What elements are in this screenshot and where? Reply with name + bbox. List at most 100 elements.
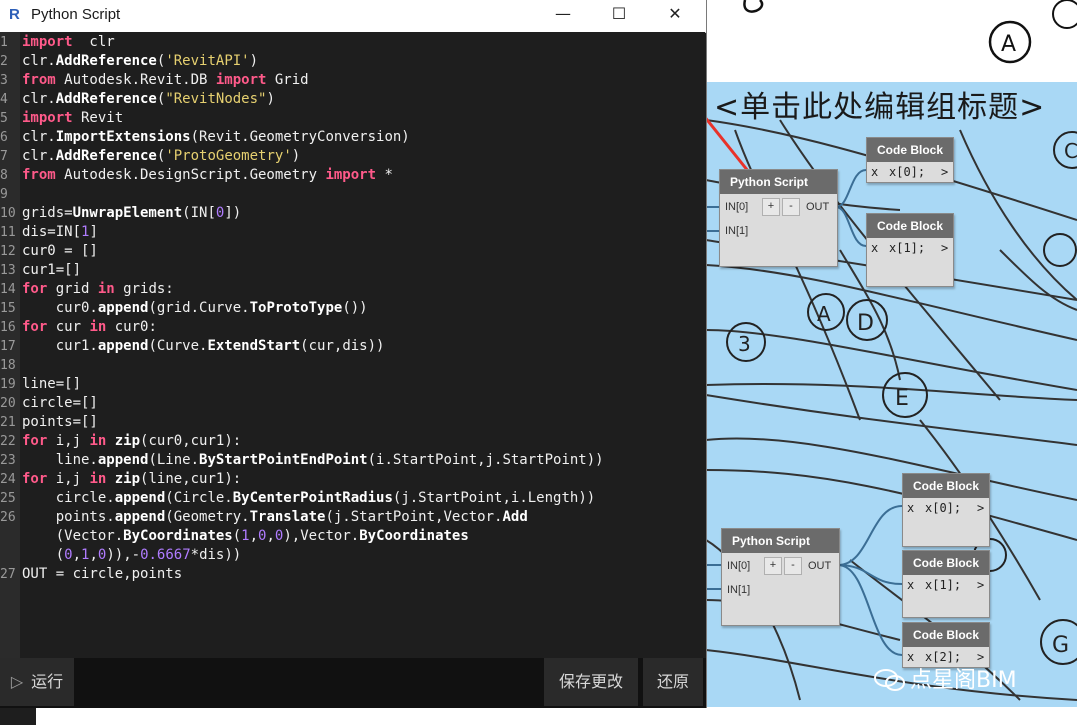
code-token: AddReference: [55, 53, 157, 69]
grid-bubble-text: A: [817, 302, 831, 326]
code-token: line=[]: [22, 376, 82, 392]
code-editor[interactable]: 1 import clr 2 clr.AddReference('RevitAPI')…: [0, 32, 705, 658]
code-token: cur: [47, 319, 90, 335]
python-script-node[interactable]: Python Script IN[0] IN[1] + - OUT: [721, 528, 840, 626]
code-token: from: [22, 72, 56, 88]
python-script-node[interactable]: Python Script IN[0] IN[1] + - OUT: [719, 169, 838, 267]
code-token: for: [22, 319, 48, 335]
input-port-1[interactable]: IN[1]: [725, 225, 748, 237]
code-token: ): [291, 148, 301, 164]
code-token: append: [97, 300, 149, 316]
grid-bubble-text: G: [1052, 633, 1069, 658]
save-changes-button[interactable]: 保存更改: [544, 658, 638, 706]
run-label: 运行: [31, 672, 64, 691]
input-port-0[interactable]: IN[0]: [725, 201, 748, 213]
line-number: 25: [0, 491, 16, 506]
output-port[interactable]: >: [977, 578, 984, 592]
add-input-button[interactable]: +: [762, 198, 780, 216]
output-port[interactable]: OUT: [808, 560, 831, 572]
code-token: Add: [502, 509, 528, 525]
code-token: ,-: [123, 547, 141, 563]
code-token: grids=: [22, 205, 73, 221]
code-token: (: [22, 547, 65, 563]
maximize-button[interactable]: ☐: [596, 0, 642, 30]
line-number: 8: [0, 168, 8, 183]
code-token: 0.6667: [140, 547, 191, 563]
output-port[interactable]: >: [941, 241, 948, 255]
code-text[interactable]: x[1];: [889, 241, 925, 255]
code-token: (j.StartPoint,Vector.: [325, 509, 503, 525]
output-port[interactable]: OUT: [806, 201, 829, 213]
code-block-node[interactable]: Code Block x x[1]; >: [902, 550, 990, 618]
bottom-toolbar: ▷ 运行 保存更改 还原: [0, 658, 706, 708]
code-token: (Curve.: [148, 338, 208, 354]
code-token: import: [215, 72, 267, 88]
line-number: 22: [0, 434, 16, 449]
code-token: ),Vector.: [283, 528, 360, 544]
code-text: clr.AddReference('ProtoGeometry'): [22, 147, 300, 166]
code-token: (j.StartPoint,i.Length)): [392, 490, 596, 506]
input-port-1[interactable]: IN[1]: [727, 584, 750, 596]
input-port-0[interactable]: IN[0]: [727, 560, 750, 572]
code-block-node[interactable]: Code Block x x[0]; >: [866, 137, 954, 183]
code-token: (: [232, 528, 242, 544]
line-number: 19: [0, 377, 16, 392]
code-token: cur1.: [22, 338, 98, 354]
grid-bubble-text: D: [857, 311, 874, 336]
code-token: 0: [64, 547, 73, 563]
code-token: clr.: [22, 148, 56, 164]
grid-bubble-text: E: [895, 386, 909, 411]
play-icon: ▷: [10, 672, 24, 691]
revert-button[interactable]: 还原: [643, 658, 703, 706]
code-token: (i.StartPoint,j.StartPoint)): [367, 452, 604, 468]
close-button[interactable]: ✕: [652, 0, 698, 30]
input-port-x[interactable]: x: [871, 241, 878, 255]
remove-input-button[interactable]: -: [782, 198, 800, 216]
code-token: cur1=[]: [22, 262, 82, 278]
line-number: 1: [0, 35, 8, 50]
code-text: points.append(Geometry.Translate(j.Start…: [22, 508, 528, 527]
code-text[interactable]: x[0];: [889, 165, 925, 179]
code-token: in: [89, 319, 107, 335]
line-number: 3: [0, 73, 8, 88]
code-token: append: [114, 490, 166, 506]
code-token: grids:: [114, 281, 174, 297]
code-text: cur1.append(Curve.ExtendStart(cur,dis)): [22, 337, 385, 356]
code-text: dis=IN[1]: [22, 223, 98, 242]
run-button[interactable]: ▷ 运行: [0, 658, 74, 706]
output-port[interactable]: >: [977, 501, 984, 515]
code-token: for: [22, 433, 48, 449]
python-script-window[interactable]: R Python Script — ☐ ✕ 1 import clr 2 clr.Ad…: [0, 0, 707, 708]
code-token: Grid: [266, 72, 309, 88]
output-port[interactable]: >: [941, 165, 948, 179]
status-strip: [0, 708, 36, 725]
code-token: in: [97, 281, 115, 297]
code-token: ExtendStart: [207, 338, 301, 354]
code-text: clr.AddReference('RevitAPI'): [22, 52, 258, 71]
code-token: points.: [22, 509, 115, 525]
line-number: 13: [0, 263, 16, 278]
minimize-button[interactable]: —: [540, 0, 586, 30]
group-title[interactable]: <单击此处编辑组标题>: [714, 82, 1045, 126]
input-port-x[interactable]: x: [907, 578, 914, 592]
code-token: (IN[: [182, 205, 216, 221]
line-number: 23: [0, 453, 16, 468]
code-text: OUT = circle,points: [22, 565, 182, 584]
code-token: (cur,dis)): [300, 338, 385, 354]
code-text[interactable]: x[1];: [925, 578, 961, 592]
code-text: cur0.append(grid.Curve.ToProtoType()): [22, 299, 368, 318]
add-input-button[interactable]: +: [764, 557, 782, 575]
title-bar[interactable]: R Python Script — ☐ ✕: [0, 0, 706, 33]
input-port-x[interactable]: x: [907, 501, 914, 515]
line-number: 20: [0, 396, 16, 411]
code-text[interactable]: x[0];: [925, 501, 961, 515]
code-block-node[interactable]: Code Block x x[0]; >: [902, 473, 990, 547]
code-text: (Vector.ByCoordinates(1,0,0),Vector.ByCo…: [22, 527, 469, 546]
line-number: 26: [0, 510, 16, 525]
input-port-x[interactable]: x: [871, 165, 878, 179]
code-block-node[interactable]: Code Block x x[1]; >: [866, 213, 954, 287]
remove-input-button[interactable]: -: [784, 557, 802, 575]
code-token: cur0.: [22, 300, 98, 316]
code-token: append: [114, 509, 166, 525]
